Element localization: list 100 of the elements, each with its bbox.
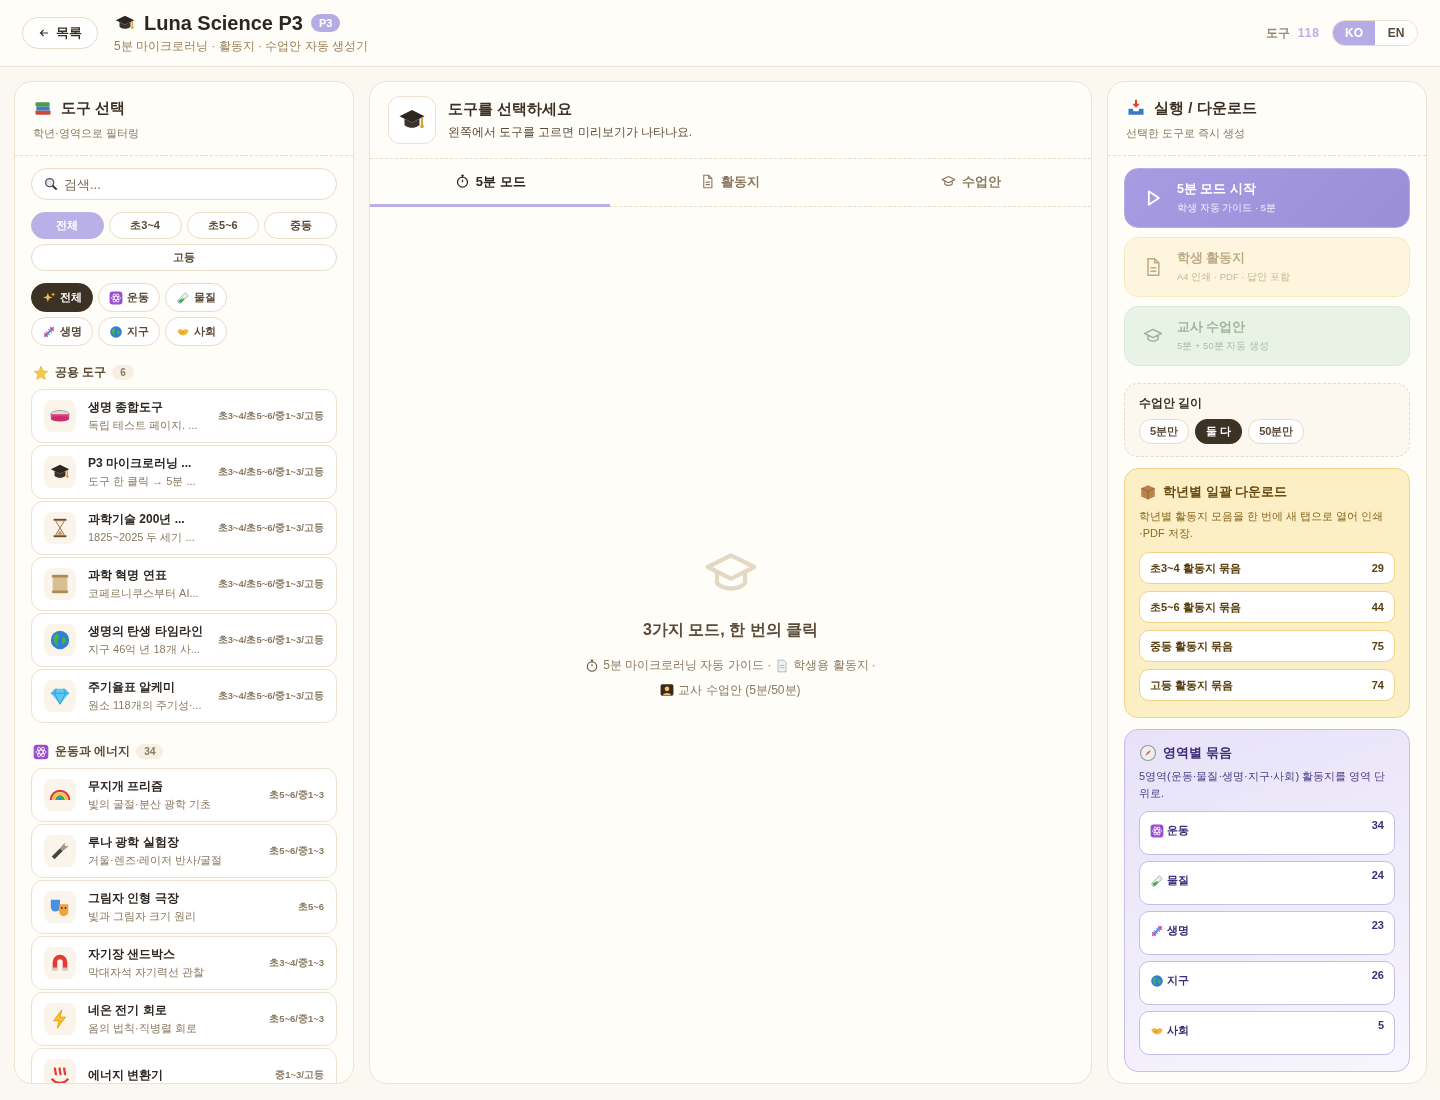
tool-card[interactable]: 자기장 샌드박스 막대자석 자기력선 관찰 초3~4/중1~3 (31, 936, 337, 990)
tool-card[interactable]: 에너지 변환기 중1~3/고등 (31, 1048, 337, 1083)
teacher-icon (660, 683, 675, 697)
section-count: 6 (112, 365, 134, 380)
bundle-description: 학년별 활동지 모음을 한 번에 새 탭으로 열어 인쇄·PDF 저장. (1139, 509, 1385, 541)
back-button[interactable]: 목록 (22, 17, 98, 49)
tool-card[interactable]: 네온 전기 회로 옴의 법칙·직병렬 회로 초5~6/중1~3 (31, 992, 337, 1046)
app-subtitle: 5분 마이크로러닝 · 활동지 · 수업안 자동 생성기 (114, 37, 368, 55)
globe-icon (49, 629, 71, 651)
domain-filter[interactable]: 지구 (98, 317, 160, 346)
mode-tab[interactable]: 5분 모드 (370, 159, 611, 207)
stopwatch-icon (585, 658, 600, 673)
inbox-icon (1126, 98, 1146, 118)
bundle-item[interactable]: 생명 23 (1139, 911, 1395, 955)
bundle-label: 초5~6 활동지 묶음 (1150, 599, 1241, 615)
bundle-count: 29 (1371, 562, 1384, 574)
tool-name: 주기율표 알케미 (88, 679, 177, 696)
lesson-length-label: 수업안 길이 (1139, 396, 1204, 411)
tool-description: 원소 118개의 주기성·... (88, 698, 203, 713)
tool-name: 루나 광학 실험장 (88, 834, 180, 851)
tool-name: 그림자 인형 극장 (88, 890, 180, 907)
domain-filter[interactable]: 물질 (165, 283, 227, 312)
tool-name: 생명 종합도구 (88, 399, 165, 416)
bundle-item[interactable]: 중등 활동지 묶음 75 (1139, 630, 1395, 662)
bundle-item[interactable]: 사회 5 (1139, 1011, 1395, 1055)
grade-filter[interactable]: 초5~6 (186, 212, 260, 239)
test-tube-icon (176, 290, 190, 305)
tool-description: 옴의 법칙·직병렬 회로 (88, 1021, 198, 1036)
rainbow-icon (49, 789, 71, 801)
grade-filter[interactable]: 중등 (264, 212, 337, 239)
tool-card[interactable]: 과학기술 200년 ... 1825~2025 두 세기 ... 초3~4/초5~6/중1~3/고등 (31, 501, 337, 555)
grade-tags: 초3~4/중1~3 (269, 956, 324, 970)
bundle-count: 26 (1371, 969, 1384, 981)
tool-card[interactable]: 루나 광학 실험장 거울·렌즈·레이저 반사/굴절 초5~6/중1~3 (31, 824, 337, 878)
tool-card[interactable]: 생명 종합도구 독립 테스트 페이지. ... 초3~4/초5~6/중1~3/고등 (31, 389, 337, 443)
globe-icon (109, 324, 123, 339)
length-option[interactable]: 50분만 (1248, 419, 1305, 444)
bundle-count: 74 (1371, 679, 1384, 691)
search-field[interactable]: 검색... (31, 168, 337, 200)
bundle-item[interactable]: 초5~6 활동지 묶음 44 (1139, 591, 1395, 623)
length-option[interactable]: 둘 다 (1195, 419, 1243, 444)
document-icon (700, 174, 716, 189)
section-title: 공용 도구 (55, 364, 107, 381)
bundle-label: 초3~4 활동지 묶음 (1150, 560, 1241, 576)
dna-icon (1150, 923, 1164, 938)
bundle-count: 24 (1371, 869, 1384, 881)
flashlight-icon (49, 840, 71, 862)
bundle-item[interactable]: 고등 활동지 묶음 74 (1139, 669, 1395, 701)
section-count: 34 (136, 744, 164, 759)
tool-name: 과학기술 200년 ... (88, 511, 186, 528)
grade-tags: 초3~4/초5~6/중1~3/고등 (217, 633, 324, 647)
tool-card[interactable]: 주기율표 알케미 원소 118개의 주기성·... 초3~4/초5~6/중1~3/고등 (31, 669, 337, 723)
grade-tags: 초5~6/중1~3 (269, 1012, 324, 1026)
tool-description: 지구 46억 년 18개 사... (88, 642, 201, 657)
bundle-count: 23 (1371, 919, 1384, 931)
tool-name: 자기장 샌드박스 (88, 946, 177, 963)
tool-name: P3 마이크로러닝 ... (88, 455, 193, 472)
tool-card[interactable]: 과학 혁명 연표 코페르니쿠스부터 AI... 초3~4/초5~6/중1~3/고등 (31, 557, 337, 611)
bundle-title: 영역별 묶음 (1163, 744, 1232, 762)
bundle-count: 5 (1377, 1019, 1384, 1031)
grade-tags: 초3~4/초5~6/중1~3/고등 (217, 577, 324, 591)
star-icon (33, 364, 49, 381)
version-badge: P3 (310, 14, 341, 32)
bundle-label: 운동 (1167, 823, 1189, 838)
tool-description: 독립 테스트 페이지. ... (88, 418, 199, 433)
domain-filter[interactable]: 전체 (31, 283, 93, 312)
bundle-item[interactable]: 초3~4 활동지 묶음 29 (1139, 552, 1395, 584)
tool-card[interactable]: P3 마이크로러닝 ... 도구 한 클릭 → 5분 ... 초3~4/초5~6/중1~3/고등 (31, 445, 337, 499)
mode-tab[interactable]: 수업안 (850, 159, 1091, 207)
mode-tab[interactable]: 활동지 (610, 159, 851, 207)
bundle-item[interactable]: 물질 24 (1139, 861, 1395, 905)
domain-filter[interactable]: 생명 (31, 317, 93, 346)
grade-tags: 초3~4/초5~6/중1~3/고등 (217, 409, 324, 423)
bundle-item[interactable]: 운동 34 (1139, 811, 1395, 855)
domain-filter[interactable]: 운동 (98, 283, 160, 312)
tool-card[interactable]: 무지개 프리즘 빛의 굴절·분산 광학 기초 초5~6/중1~3 (31, 768, 337, 822)
empty-state-title: 3가지 모드, 한 번의 클릭 (642, 620, 819, 640)
test-tube-icon (1150, 873, 1164, 888)
tool-card[interactable]: 그림자 인형 극장 빛과 그림자 크기 원리 초5~6 (31, 880, 337, 934)
grade-tags: 초3~4/초5~6/중1~3/고등 (217, 689, 324, 703)
mode-description: 5분 마이크로러닝 자동 가이드 · (603, 657, 772, 674)
mode-description: 교사 수업안 (5분/50분) (678, 681, 801, 699)
panel-subtitle: 학년·영역으로 필터링 (33, 126, 140, 141)
domain-filter[interactable]: 사회 (165, 317, 227, 346)
bundle-title: 학년별 일괄 다운로드 (1163, 483, 1288, 501)
panel-subtitle: 선택한 도구로 즉시 생성 (1126, 126, 1247, 141)
compass-icon (1139, 744, 1157, 762)
grade-filter[interactable]: 초3~4 (108, 212, 182, 239)
tool-name: 과학 혁명 연표 (88, 567, 168, 584)
bundle-count: 75 (1371, 640, 1384, 652)
bundle-item[interactable]: 지구 26 (1139, 961, 1395, 1005)
tool-card[interactable]: 생명의 탄생 타임라인 지구 46억 년 18개 사... 초3~4/초5~6/중1~3/고등 (31, 613, 337, 667)
package-icon (1139, 483, 1157, 501)
panel-title: 실행 / 다운로드 (1154, 98, 1257, 118)
length-option[interactable]: 5분만 (1139, 419, 1190, 444)
preview-subtitle: 왼쪽에서 도구를 고르면 미리보기가 나타나요. (448, 125, 692, 140)
tool-name: 생명의 탄생 타임라인 (88, 623, 204, 640)
tool-description: 빛의 굴절·분산 광학 기초 (88, 797, 212, 812)
tool-name: 무지개 프리즘 (88, 778, 165, 795)
grade-filter[interactable]: 고등 (31, 244, 337, 271)
